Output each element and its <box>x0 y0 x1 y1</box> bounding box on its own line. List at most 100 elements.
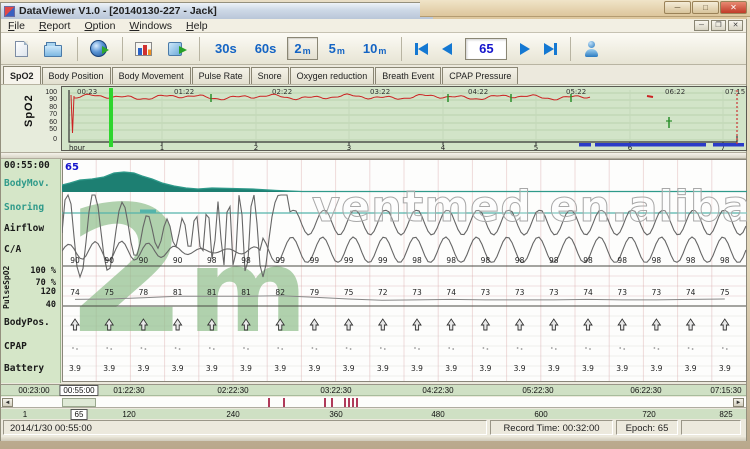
timeline-time-label[interactable]: 07:15:30 <box>710 386 741 395</box>
menu-windows[interactable]: Windows <box>122 19 179 33</box>
mdi-restore-button[interactable]: ❐ <box>711 20 726 31</box>
pulse-spo2-tick: 40 <box>46 300 56 310</box>
last-epoch-button[interactable] <box>544 43 557 55</box>
position-cursor[interactable] <box>109 88 113 147</box>
tab-body-movement[interactable]: Body Movement <box>112 67 191 84</box>
svg-text:98: 98 <box>583 256 593 265</box>
timeline-selected-time[interactable]: 00:55:00 <box>59 385 98 396</box>
tab-body-position[interactable]: Body Position <box>42 67 111 84</box>
svg-text:3.9: 3.9 <box>411 364 423 373</box>
status-datetime: 2014/1/30 00:55:00 <box>3 420 487 435</box>
event-mark <box>324 398 326 407</box>
timeline-scrollbar[interactable]: ◄► <box>1 397 746 408</box>
previous-epoch-button[interactable] <box>442 43 452 55</box>
report-button[interactable] <box>129 36 157 62</box>
event-mark <box>352 398 354 407</box>
epoch-input[interactable]: 65 <box>465 38 507 60</box>
svg-text:3.9: 3.9 <box>548 364 560 373</box>
timeline-epoch-label[interactable]: 720 <box>642 410 655 419</box>
timeline-time-label[interactable]: 03:22:30 <box>320 386 351 395</box>
timeline-time-label[interactable]: 02:22:30 <box>217 386 248 395</box>
svg-text:90: 90 <box>173 256 183 265</box>
svg-text:73: 73 <box>481 288 491 297</box>
scrollbar-thumb[interactable] <box>62 398 96 407</box>
svg-text:3.9: 3.9 <box>240 364 252 373</box>
bar-chart-icon <box>135 42 152 56</box>
timeline-epoch-label[interactable]: 600 <box>534 410 547 419</box>
interval-button-30s[interactable]: 30s <box>208 37 244 60</box>
tab-snore[interactable]: Snore <box>251 67 289 84</box>
open-file-button[interactable] <box>39 36 67 62</box>
window-frame-bottom <box>1 437 746 441</box>
scroll-left-button[interactable]: ◄ <box>2 398 13 407</box>
timeline-time-label[interactable]: 06:22:30 <box>630 386 661 395</box>
toolbar-separator <box>401 37 402 61</box>
pulse-spo2-axis-label: PulseSpO2 <box>2 266 11 309</box>
timeline-epoch-label[interactable]: 360 <box>329 410 342 419</box>
svg-text:1: 1 <box>160 144 164 151</box>
menu-report[interactable]: Report <box>32 19 78 33</box>
background-close-button[interactable]: ✕ <box>720 1 747 14</box>
svg-text:5: 5 <box>534 144 538 151</box>
svg-text:78: 78 <box>139 288 149 297</box>
timeline-time-label[interactable]: 04:22:30 <box>422 386 453 395</box>
mdi-minimize-button[interactable]: ─ <box>694 20 709 31</box>
background-maximize-button[interactable]: □ <box>692 1 719 14</box>
timeline-time-label[interactable]: 01:22:30 <box>113 386 144 395</box>
app-titlebar[interactable]: DataViewer V1.0 - [20140130-227 - Jack] <box>1 3 433 19</box>
svg-text:02:22: 02:22 <box>272 88 292 96</box>
tab-spo2[interactable]: SpO2 <box>3 66 41 84</box>
export-button[interactable] <box>161 36 189 62</box>
tab-cpap-pressure[interactable]: CPAP Pressure <box>442 67 518 84</box>
timeline-epoch-label[interactable]: 1 <box>23 410 27 419</box>
svg-text:hour: hour <box>69 144 85 151</box>
interval-button-60s[interactable]: 60s <box>248 37 284 60</box>
timeline-epoch-label[interactable]: 480 <box>431 410 444 419</box>
svg-text:81: 81 <box>173 288 183 297</box>
sync-button[interactable] <box>84 36 112 62</box>
tab-pulse-rate[interactable]: Pulse Rate <box>192 67 250 84</box>
interval-button-10m[interactable]: 10m <box>356 37 393 60</box>
svg-text:3.9: 3.9 <box>308 364 320 373</box>
svg-text:3.9: 3.9 <box>445 364 457 373</box>
toolbar-separator <box>122 37 123 61</box>
background-minimize-button[interactable]: ─ <box>664 1 691 14</box>
interval-button-5m[interactable]: 5m <box>322 37 352 60</box>
timeline-time-label[interactable]: 00:23:00 <box>18 386 49 395</box>
mdi-close-button[interactable]: ✕ <box>728 20 743 31</box>
svg-text:73: 73 <box>412 288 422 297</box>
svg-text:3.9: 3.9 <box>137 364 149 373</box>
timeline-epoch-label[interactable]: 825 <box>719 410 732 419</box>
skip-end-icon <box>554 43 557 55</box>
svg-text:99: 99 <box>275 256 285 265</box>
channel-label-snoring: Snoring <box>4 202 44 213</box>
timeline-epoch-label[interactable]: 120 <box>122 410 135 419</box>
event-bars <box>579 143 744 147</box>
timeline-selected-epoch[interactable]: 65 <box>71 409 88 420</box>
tab-oxygen-reduction[interactable]: Oxygen reduction <box>290 67 375 84</box>
patient-button[interactable] <box>577 36 605 62</box>
menu-help[interactable]: Help <box>179 19 215 33</box>
interval-button-2m[interactable]: 2m <box>287 37 317 60</box>
svg-text:99: 99 <box>310 256 320 265</box>
waveform-chart[interactable]: 2mventmed.en.alibaba.com9090909098989999… <box>62 159 747 382</box>
svg-text:79: 79 <box>310 288 320 297</box>
overview-ytick: 80 <box>37 104 57 111</box>
spo2-overview-chart[interactable]: 00:2301:2202:2203:2204:2205:2206:2207:15… <box>61 86 747 151</box>
timeline-time-label[interactable]: 05:22:30 <box>522 386 553 395</box>
next-epoch-button[interactable] <box>520 43 530 55</box>
first-epoch-button[interactable] <box>415 43 428 55</box>
app-window: DataViewer V1.0 - [20140130-227 - Jack] … <box>0 2 747 441</box>
new-file-button[interactable] <box>7 36 35 62</box>
timeline-epoch-label[interactable]: 240 <box>226 410 239 419</box>
menu-option[interactable]: Option <box>77 19 122 33</box>
svg-text:3.9: 3.9 <box>343 364 355 373</box>
svg-text:3.9: 3.9 <box>479 364 491 373</box>
menu-file[interactable]: File <box>1 19 32 33</box>
svg-text:73: 73 <box>652 288 662 297</box>
scroll-right-button[interactable]: ► <box>733 398 744 407</box>
channel-label-column: 00:55:00 PulseSpO2 BodyMov.SnoringAirflo… <box>1 159 61 383</box>
tab-breath-event[interactable]: Breath Event <box>375 67 441 84</box>
svg-text:2: 2 <box>254 144 258 151</box>
panel-splitter[interactable] <box>1 152 746 159</box>
